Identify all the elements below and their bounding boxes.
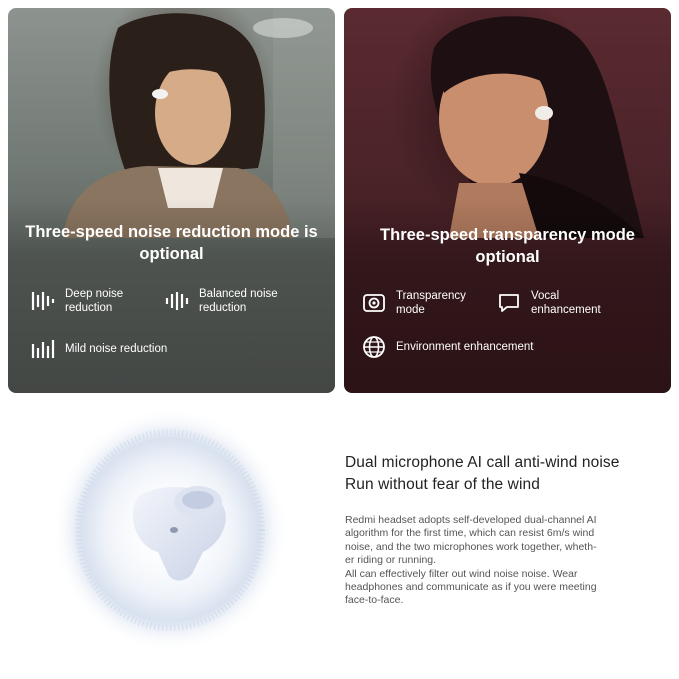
mild-noise-bars-icon [30, 336, 56, 362]
anti-wind-subtitle: Run without fear of the wind [345, 476, 540, 493]
mild-noise-reduction-item: Mild noise reduction [30, 336, 167, 362]
anti-wind-noise-card: Dual microphone AI call anti-wind noise … [8, 402, 671, 672]
balanced-noise-reduction-item: Balanced noise reduction [164, 287, 278, 315]
earbud-product-image [52, 408, 288, 652]
deep-noise-bars-icon [30, 288, 56, 314]
transparency-mode-card: Three-speed transparency mode optional T… [344, 8, 671, 393]
vocal-enhancement-item: Vocal enhancement [496, 289, 601, 317]
transparency-heading: Three-speed transparency mode optional [380, 226, 635, 266]
globe-icon [361, 334, 387, 360]
noise-reduction-heading: Three-speed noise reduction mode is opti… [25, 223, 318, 263]
noise-reduction-card: Three-speed noise reduction mode is opti… [8, 8, 335, 393]
environment-enhancement-item: Environment enhancement [361, 334, 533, 360]
transparency-mode-item: Transparency mode [361, 289, 466, 317]
transparency-mode-icon [361, 290, 387, 316]
speech-bubble-icon [496, 290, 522, 316]
anti-wind-description: Redmi headset adopts self-developed dual… [345, 514, 597, 607]
deep-noise-reduction-item: Deep noise reduction [30, 287, 123, 315]
balanced-noise-bars-icon [164, 288, 190, 314]
anti-wind-title: Dual microphone AI call anti-wind noise [345, 454, 620, 471]
